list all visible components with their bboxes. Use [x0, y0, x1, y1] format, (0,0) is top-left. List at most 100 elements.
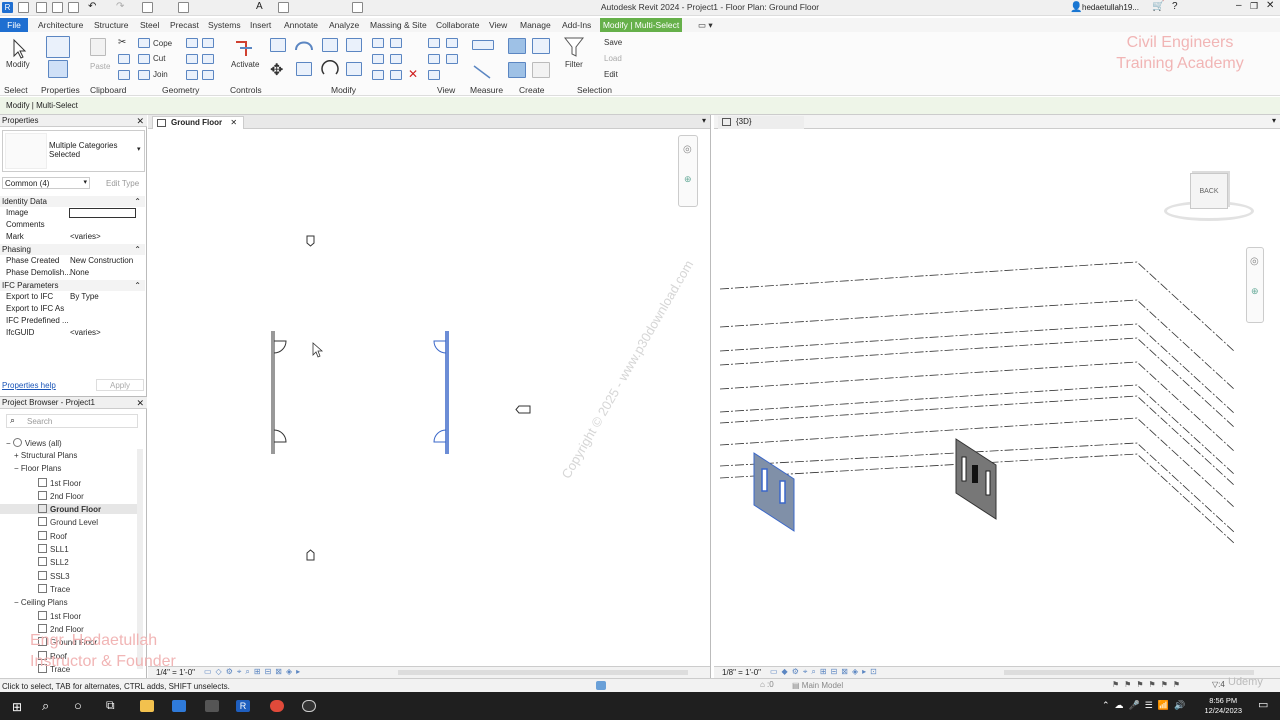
tree-fp-1st-floor[interactable]: 1st Floor [38, 478, 81, 488]
tree-fp-ssl3[interactable]: SSL3 [38, 571, 70, 581]
join-icon[interactable] [138, 70, 150, 80]
selection-options-icons[interactable]: ⚑⚑⚑⚑⚑⚑ [1112, 680, 1185, 689]
section-mark-top[interactable] [306, 235, 315, 247]
steering-wheel-icon[interactable]: ◎ [1250, 256, 1259, 267]
minimize-icon[interactable]: – [1236, 0, 1242, 11]
create-similar-icon[interactable] [532, 62, 550, 78]
tree-structural-plans[interactable]: + Structural Plans [14, 451, 77, 460]
close-icon[interactable]: ✕ [1266, 0, 1274, 11]
view-controls-icons-3d[interactable]: ▭◆⚙⌖⌕⊞⊟⊠◈▸⊡ [770, 667, 881, 677]
search-icon[interactable]: ⌕ [42, 698, 49, 714]
geometry-tool-icon-2[interactable] [202, 38, 214, 48]
modify-tool-icon-4[interactable] [390, 54, 402, 64]
tab-close-icon[interactable]: ✕ [230, 118, 237, 127]
create-assembly-icon[interactable] [508, 38, 526, 54]
system-tray-icons[interactable]: ⌃☁🎤☰📶🔊 [1102, 700, 1190, 711]
geometry-tool-icon-6[interactable] [202, 70, 214, 80]
tree-fp-trace[interactable]: Trace [38, 584, 70, 594]
prop-row-image[interactable]: Image [0, 207, 140, 219]
activate-button[interactable]: Activate [231, 60, 259, 69]
tab-analyze[interactable]: Analyze [329, 20, 359, 30]
user-name[interactable]: hedaetullah19... [1082, 3, 1139, 12]
rotate-icon[interactable] [320, 60, 340, 78]
chrome-icon[interactable] [270, 700, 284, 712]
cope-icon[interactable] [138, 38, 150, 48]
cut-icon[interactable]: ✂ [118, 37, 126, 48]
offset-icon[interactable] [294, 38, 314, 52]
load-selection-button[interactable]: Load [604, 54, 622, 63]
view-tool-icon-4[interactable] [446, 54, 458, 64]
prop-row-phase-created[interactable]: Phase Created New Construction [0, 255, 140, 267]
tree-ceiling-plans[interactable]: − Ceiling Plans [14, 598, 68, 607]
view-tool-icon-5[interactable] [428, 70, 440, 80]
tab-ground-floor[interactable]: Ground Floor ✕ [152, 116, 245, 129]
activate-icon[interactable] [234, 38, 258, 60]
tab-modify-multi-select[interactable]: Modify | Multi-Select [600, 18, 682, 32]
mirror-icon[interactable] [322, 38, 338, 52]
edit-type-button[interactable]: Edit Type [106, 179, 139, 188]
view-cube[interactable]: BACK [1162, 171, 1256, 227]
modify-arrow-icon[interactable] [8, 38, 32, 60]
windows-start-icon[interactable]: ⊞ [12, 700, 22, 714]
tree-fp-sll2[interactable]: SLL2 [38, 557, 69, 567]
filter-icon[interactable] [563, 36, 585, 58]
tree-cp-1st-floor[interactable]: 1st Floor [38, 611, 81, 621]
geometry-tool-icon-3[interactable] [186, 54, 198, 64]
tab-3d[interactable]: {3D} [718, 116, 804, 129]
navigation-bar-3d[interactable]: ◎ ⊕ [1246, 247, 1264, 323]
help-icon[interactable]: ? [1172, 1, 1178, 12]
delete-icon[interactable]: ✕ [408, 67, 418, 81]
filter-count-icon[interactable]: ▽:4 [1212, 680, 1225, 689]
floor-plan-view[interactable]: Ground Floor ✕ ▾ ◎ ⊕ 1/4" = 1'-0" ▭◇⚙⌖⌕⊞… [148, 115, 711, 678]
view-tool-icon-2[interactable] [446, 38, 458, 48]
filter-button[interactable]: Filter [565, 60, 583, 69]
tree-fp-ground-level[interactable]: Ground Level [38, 517, 98, 527]
mail-icon[interactable] [172, 700, 186, 712]
apply-button[interactable]: Apply [96, 379, 144, 391]
cortana-icon[interactable]: ○ [74, 698, 82, 713]
wall-left[interactable] [271, 331, 287, 454]
navigation-bar[interactable]: ◎ ⊕ [678, 135, 698, 207]
tree-fp-sll1[interactable]: SLL1 [38, 544, 69, 554]
section-ifc-parameters[interactable]: IFC Parameters ⌃ [0, 280, 145, 291]
cope-button[interactable]: Cope [153, 39, 172, 48]
tab-insert[interactable]: Insert [250, 20, 271, 30]
3d-view[interactable]: {3D} ▾ BACK ◎ ⊕ 1/8" = 1'-0" ▭◆⚙⌖⌕⊞⊟⊠◈▸⊡ [714, 115, 1280, 678]
wall-right-selected[interactable] [433, 331, 449, 454]
browser-close-icon[interactable]: ✕ [136, 397, 144, 409]
modify-tool-icon-5[interactable] [372, 70, 384, 80]
properties-help-link[interactable]: Properties help [2, 381, 56, 390]
tree-views-all[interactable]: − Views (all) [6, 438, 62, 448]
properties-icon[interactable] [46, 36, 70, 58]
calculator-icon[interactable] [205, 700, 219, 712]
type-selector[interactable]: Multiple Categories Selected ▾ [2, 130, 145, 172]
type-properties-icon[interactable] [48, 60, 68, 78]
cut-geometry-icon[interactable] [138, 54, 150, 64]
file-explorer-icon[interactable] [140, 700, 154, 712]
tree-floor-plans[interactable]: − Floor Plans [14, 464, 61, 473]
design-options-icon[interactable]: ⌂ :0 [760, 680, 774, 689]
create-group-icon[interactable] [508, 62, 526, 78]
tab-architecture[interactable]: Architecture [38, 20, 83, 30]
match-type-icon[interactable] [118, 70, 130, 80]
zoom-icon[interactable]: ⊕ [684, 174, 692, 185]
browser-search[interactable]: ⌕ Search [6, 414, 138, 428]
cart-icon[interactable]: 🛒 [1152, 1, 1164, 12]
obs-icon[interactable] [302, 700, 316, 712]
edit-selection-button[interactable]: Edit [604, 70, 618, 79]
revit-taskbar-icon[interactable]: R [236, 700, 250, 712]
measure-distance-icon[interactable] [472, 40, 494, 50]
modify-tool-icon-2[interactable] [390, 38, 402, 48]
tab-file[interactable]: File [0, 18, 28, 32]
prop-row-export-to-ifc-as[interactable]: Export to IFC As [0, 303, 140, 315]
tree-fp-roof[interactable]: Roof [38, 531, 67, 541]
elevation-mark-right[interactable] [515, 405, 531, 414]
paste-icon[interactable] [90, 38, 106, 56]
tab-steel[interactable]: Steel [140, 20, 159, 30]
section-mark-bottom[interactable] [306, 549, 315, 561]
geometry-tool-icon-1[interactable] [186, 38, 198, 48]
view-tool-icon-3[interactable] [428, 54, 440, 64]
worksharing-icon[interactable] [596, 681, 606, 690]
prop-row-comments[interactable]: Comments [0, 219, 140, 231]
copy-element-icon[interactable] [296, 62, 312, 76]
